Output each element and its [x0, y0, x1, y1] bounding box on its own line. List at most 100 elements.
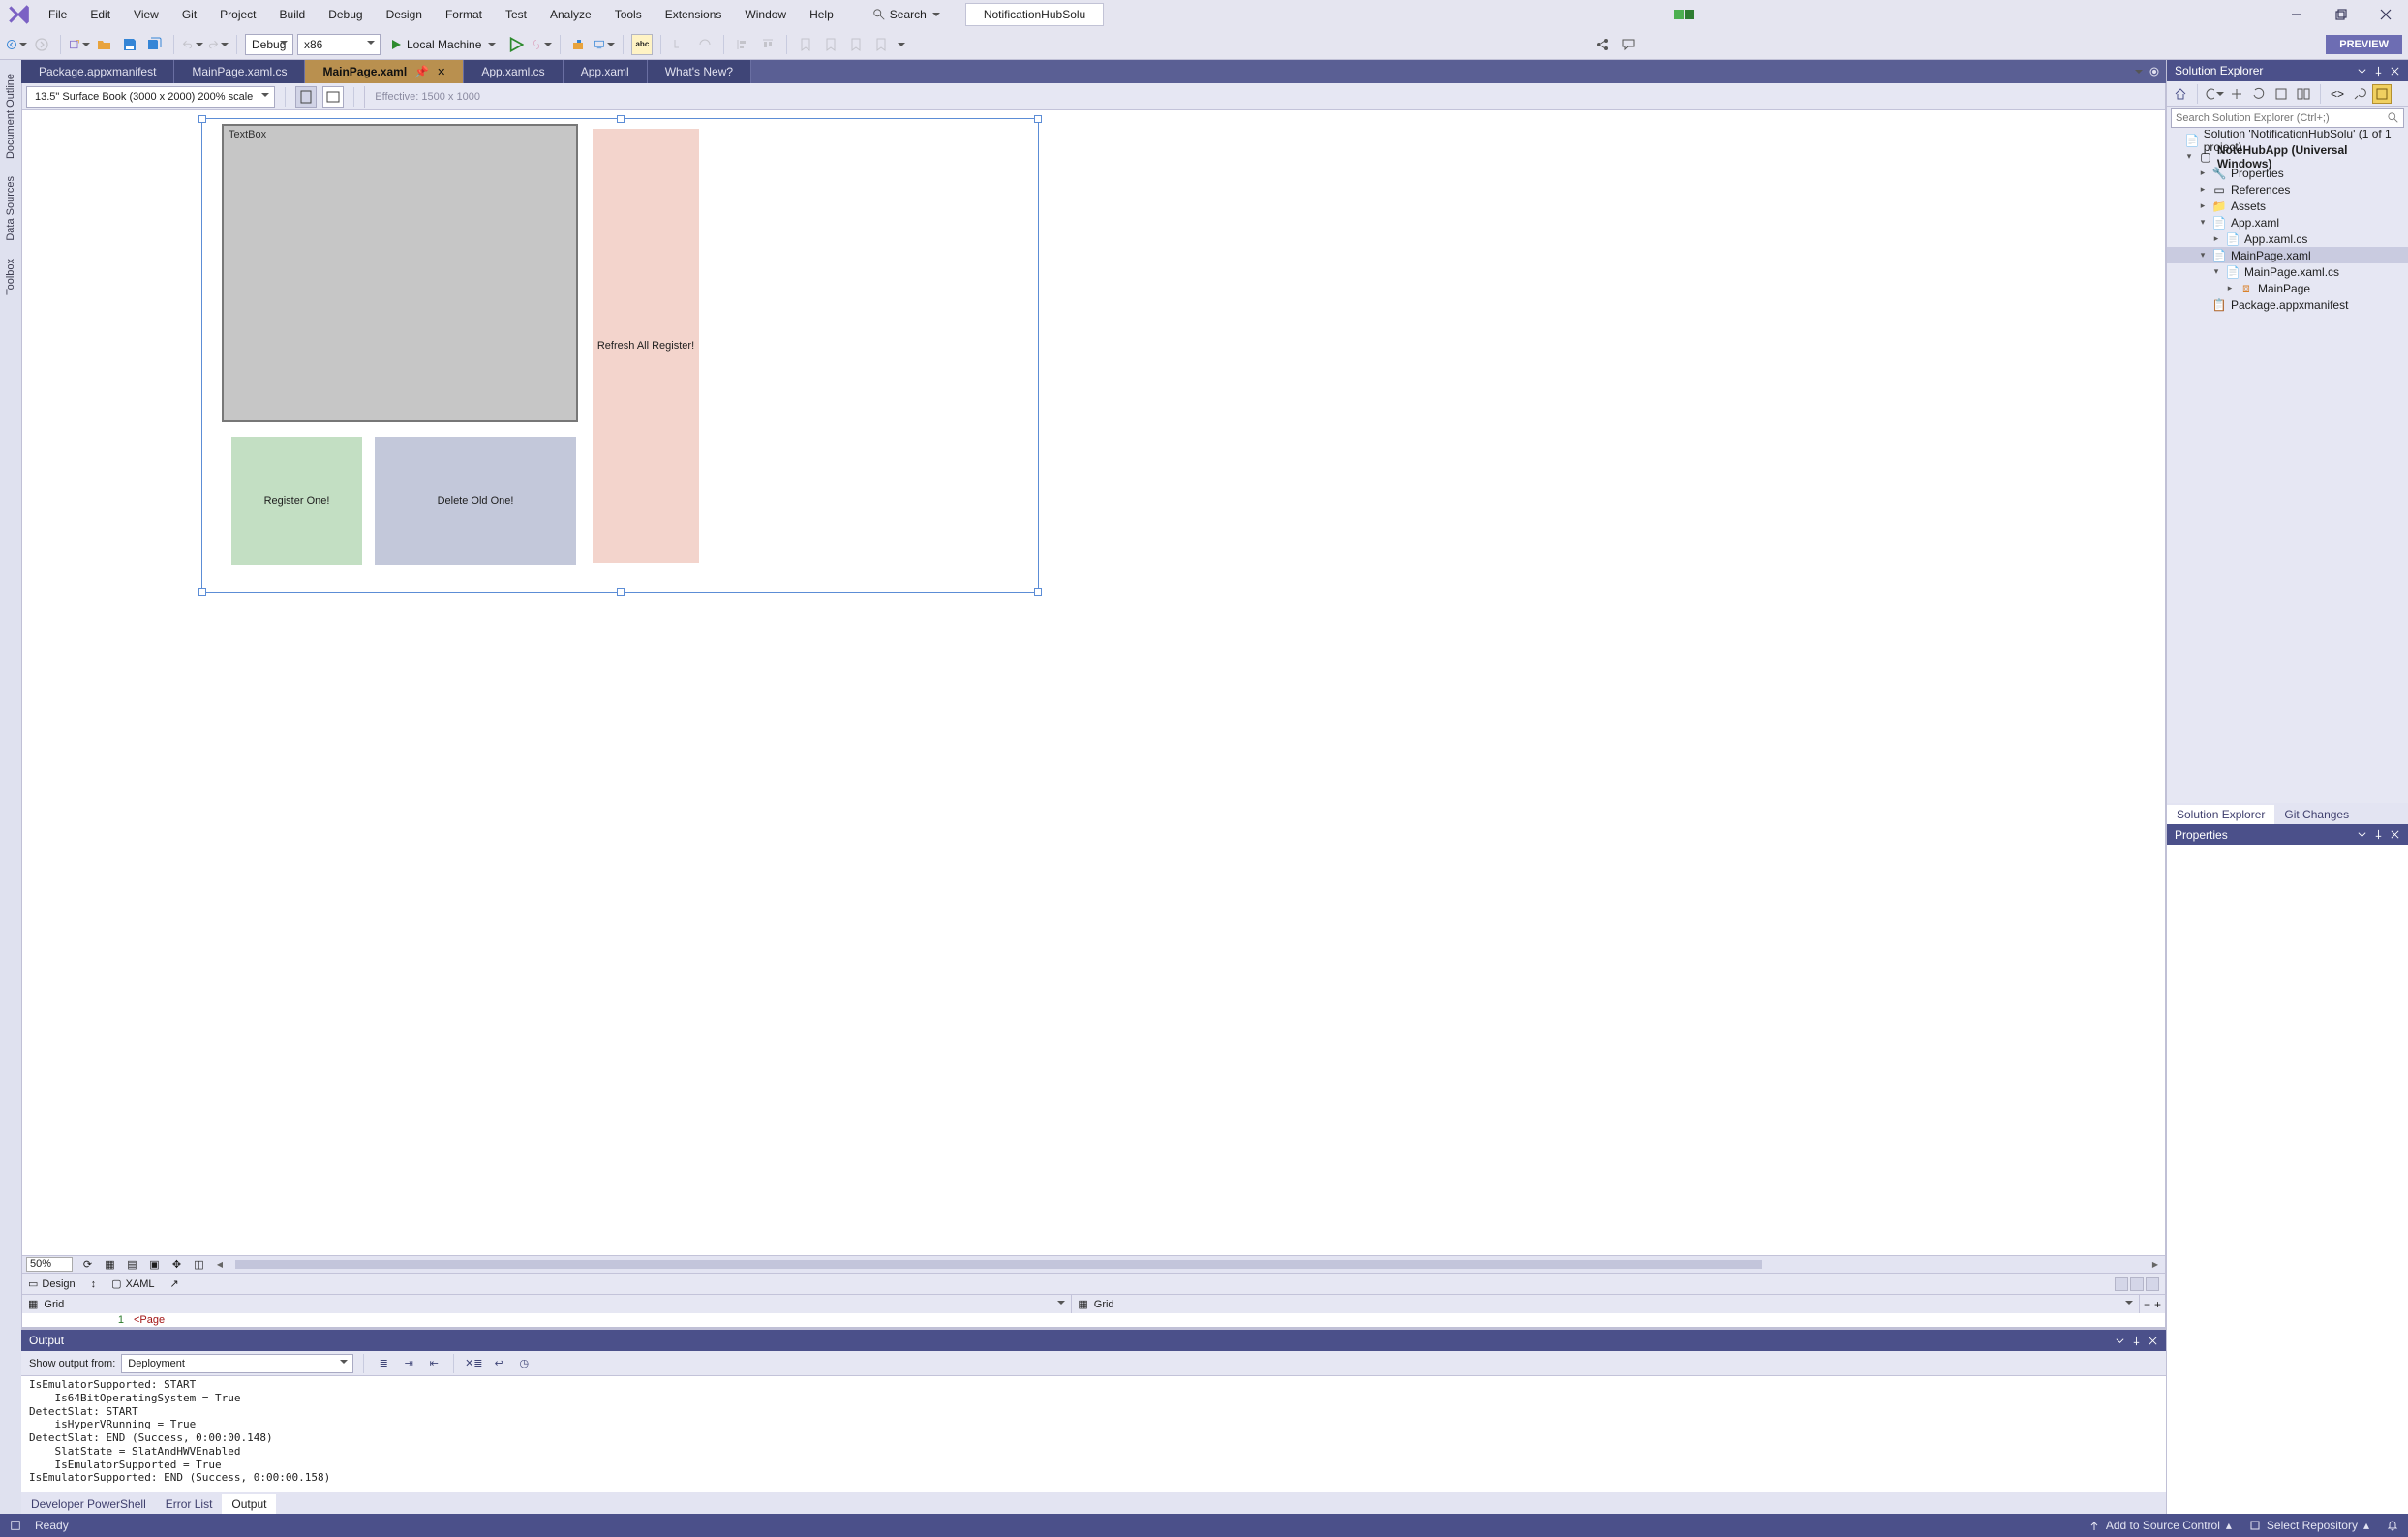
artboard[interactable]: TextBox Register One! Delete Old One! Re… — [201, 118, 1039, 593]
se-code-button[interactable]: <> — [2328, 84, 2347, 104]
run-button[interactable]: Local Machine — [384, 36, 502, 53]
refresh-button[interactable]: Refresh All Register! — [593, 129, 699, 563]
split-vert-button[interactable] — [2115, 1277, 2128, 1291]
chevron-down-icon[interactable] — [2115, 1336, 2125, 1346]
design-tab[interactable]: ▭ Design — [28, 1277, 76, 1290]
output-header[interactable]: Output — [21, 1330, 2166, 1351]
rtab-solution-explorer[interactable]: Solution Explorer — [2167, 805, 2274, 824]
menu-debug[interactable]: Debug — [317, 4, 374, 25]
landscape-button[interactable] — [322, 86, 344, 108]
se-search-input[interactable] — [2171, 108, 2404, 128]
split-horz-button[interactable] — [2130, 1277, 2144, 1291]
menu-design[interactable]: Design — [375, 4, 434, 25]
delete-button[interactable]: Delete Old One! — [375, 437, 576, 565]
menu-format[interactable]: Format — [434, 4, 494, 25]
menu-view[interactable]: View — [122, 4, 170, 25]
gear-icon[interactable] — [2149, 66, 2160, 77]
search-control[interactable]: Search — [867, 6, 946, 23]
align-top-button[interactable] — [757, 34, 778, 55]
solution-name[interactable]: NotificationHubSolu — [965, 3, 1104, 26]
se-preview-button[interactable] — [2372, 84, 2392, 104]
code-editor[interactable]: 1 <Page — [22, 1313, 2165, 1327]
menu-analyze[interactable]: Analyze — [538, 4, 603, 25]
se-switch-view-button[interactable] — [2205, 84, 2224, 104]
tree-mainpage-cs[interactable]: ▾📄MainPage.xaml.cs — [2167, 263, 2408, 280]
tab-data-sources[interactable]: Data Sources — [3, 174, 18, 243]
path-combo-2[interactable]: ▦ Grid — [1072, 1295, 2140, 1313]
nav-back-button[interactable] — [6, 34, 27, 55]
bell-icon[interactable] — [2387, 1520, 2398, 1531]
pin-icon[interactable]: 📌 — [414, 65, 429, 78]
save-all-button[interactable] — [144, 34, 166, 55]
se-showall-button[interactable] — [2294, 84, 2313, 104]
scroll-right[interactable]: ▶ — [2149, 1259, 2161, 1271]
emulator-button[interactable] — [594, 34, 615, 55]
tab-toolbox[interactable]: Toolbox — [3, 257, 18, 297]
doc-tab-app-cs[interactable]: App.xaml.cs — [464, 60, 563, 83]
config-combo[interactable]: Debug — [245, 34, 293, 55]
output-text[interactable]: IsEmulatorSupported: START Is64BitOperat… — [21, 1376, 2166, 1492]
tab-output[interactable]: Output — [222, 1494, 276, 1514]
bookmark-btn-4[interactable] — [870, 34, 892, 55]
output-btn-1[interactable]: ≣ — [374, 1354, 393, 1373]
output-timestamp-button[interactable]: ◷ — [514, 1354, 533, 1373]
menu-tools[interactable]: Tools — [603, 4, 654, 25]
menu-file[interactable]: File — [37, 4, 78, 25]
new-project-button[interactable] — [69, 34, 90, 55]
bookmark-btn-1[interactable] — [795, 34, 816, 55]
bookmark-btn-3[interactable] — [845, 34, 867, 55]
minus-button[interactable]: − — [2144, 1298, 2150, 1311]
platform-combo[interactable]: x86 — [297, 34, 381, 55]
tree-mainpage-class[interactable]: ▸⧈MainPage — [2167, 280, 2408, 296]
output-wrap-button[interactable]: ↩ — [489, 1354, 508, 1373]
menu-edit[interactable]: Edit — [78, 4, 122, 25]
plus-button[interactable]: + — [2154, 1298, 2161, 1311]
doc-tab-mainpage-xaml[interactable]: MainPage.xaml 📌 ✕ — [305, 60, 464, 83]
textbox-control[interactable]: TextBox — [222, 124, 578, 422]
select-repository[interactable]: Select Repository ▴ — [2249, 1519, 2369, 1532]
snap3-btn[interactable]: ◫ — [192, 1257, 206, 1272]
menu-extensions[interactable]: Extensions — [654, 4, 734, 25]
abc-spell-button[interactable]: abc — [631, 34, 653, 55]
snap2-btn[interactable]: ✥ — [169, 1257, 184, 1272]
doc-tab-app-xaml[interactable]: App.xaml — [564, 60, 648, 83]
tab-document-outline[interactable]: Document Outline — [3, 72, 18, 161]
close-icon[interactable]: ✕ — [437, 66, 445, 78]
rtab-git-changes[interactable]: Git Changes — [2274, 805, 2359, 824]
deploy-button[interactable] — [568, 34, 590, 55]
menu-build[interactable]: Build — [268, 4, 318, 25]
close-icon[interactable] — [2148, 1336, 2158, 1346]
se-collapse-button[interactable] — [2271, 84, 2291, 104]
bookmark-btn-2[interactable] — [820, 34, 841, 55]
hot-reload-button[interactable] — [531, 34, 552, 55]
tree-appxaml-cs[interactable]: ▸📄App.xaml.cs — [2167, 231, 2408, 247]
step-over-button[interactable] — [694, 34, 716, 55]
close-icon[interactable] — [2390, 829, 2400, 840]
portrait-button[interactable] — [295, 86, 317, 108]
open-file-button[interactable] — [94, 34, 115, 55]
tree-appxaml[interactable]: ▾📄App.xaml — [2167, 214, 2408, 231]
maximize-button[interactable] — [2319, 0, 2363, 29]
pin-icon[interactable] — [2373, 829, 2384, 840]
feedback-button[interactable] — [1618, 34, 1639, 55]
solution-tree[interactable]: 📄Solution 'NotificationHubSolu' (1 of 1 … — [2167, 130, 2408, 803]
add-source-control[interactable]: Add to Source Control ▴ — [2088, 1519, 2232, 1532]
grid-btn-1[interactable]: ▦ — [103, 1257, 117, 1272]
menu-help[interactable]: Help — [798, 4, 845, 25]
doc-tab-whatsnew[interactable]: What's New? — [648, 60, 751, 83]
se-sync-button[interactable] — [2249, 84, 2269, 104]
device-combo[interactable]: 13.5" Surface Book (3000 x 2000) 200% sc… — [26, 86, 275, 108]
scroll-left[interactable]: ◀ — [214, 1259, 226, 1271]
properties-header[interactable]: Properties — [2167, 824, 2408, 845]
tab-list-dropdown[interactable] — [2135, 70, 2143, 77]
menu-git[interactable]: Git — [170, 4, 208, 25]
snap-btn[interactable]: ▣ — [147, 1257, 162, 1272]
tree-manifest[interactable]: 📋Package.appxmanifest — [2167, 296, 2408, 313]
grid-btn-2[interactable]: ▤ — [125, 1257, 139, 1272]
output-btn-2[interactable]: ⇥ — [399, 1354, 418, 1373]
register-button[interactable]: Register One! — [231, 437, 362, 565]
pin-icon[interactable] — [2373, 66, 2384, 77]
tab-dev-powershell[interactable]: Developer PowerShell — [21, 1494, 156, 1514]
tab-error-list[interactable]: Error List — [156, 1494, 223, 1514]
tree-mainpage-xaml[interactable]: ▾📄MainPage.xaml — [2167, 247, 2408, 263]
